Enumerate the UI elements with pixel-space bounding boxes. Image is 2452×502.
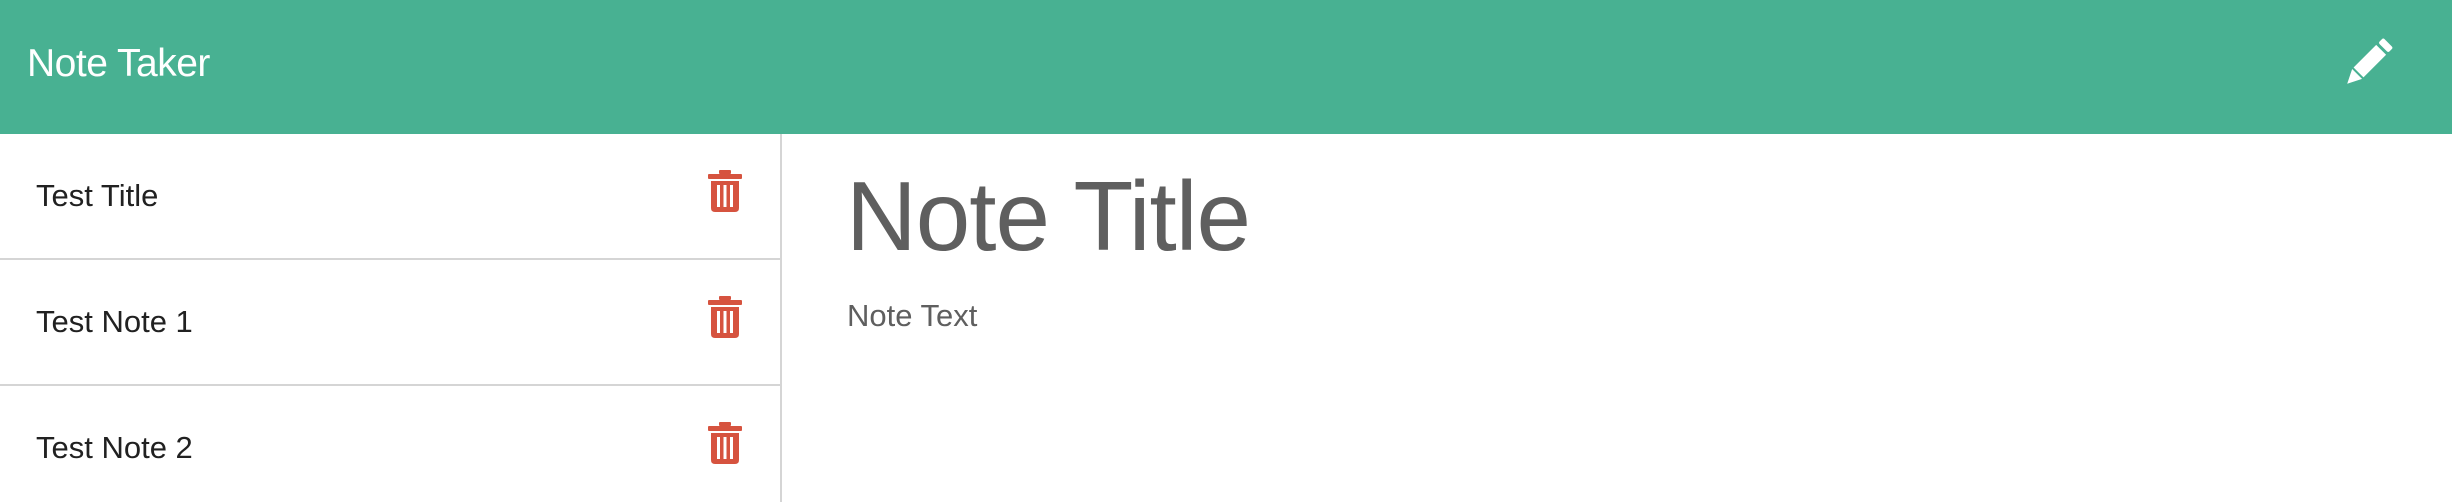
note-text-area[interactable]: Note Text — [847, 294, 977, 338]
trash-icon — [708, 296, 742, 338]
delete-note-button[interactable] — [708, 170, 742, 212]
notes-sidebar: Test Title Test Note 1 Test Note 2 — [0, 134, 782, 502]
note-editor: Note Title Note Text — [784, 134, 2452, 502]
note-list-item[interactable]: Test Title — [0, 134, 780, 260]
new-note-button[interactable] — [2339, 36, 2395, 92]
navbar: Note Taker — [0, 0, 2452, 134]
app-brand[interactable]: Note Taker — [27, 0, 210, 128]
note-list-item[interactable]: Test Note 2 — [0, 386, 780, 502]
delete-note-button[interactable] — [708, 422, 742, 464]
note-item-title: Test Note 1 — [36, 304, 193, 339]
delete-note-button[interactable] — [708, 296, 742, 338]
trash-icon — [708, 170, 742, 212]
note-title-input[interactable]: Note Title — [846, 156, 1251, 276]
note-list-item[interactable]: Test Note 1 — [0, 260, 780, 386]
trash-icon — [708, 422, 742, 464]
pencil-icon — [2347, 38, 2393, 84]
note-item-title: Test Title — [36, 178, 159, 213]
note-item-title: Test Note 2 — [36, 430, 193, 465]
